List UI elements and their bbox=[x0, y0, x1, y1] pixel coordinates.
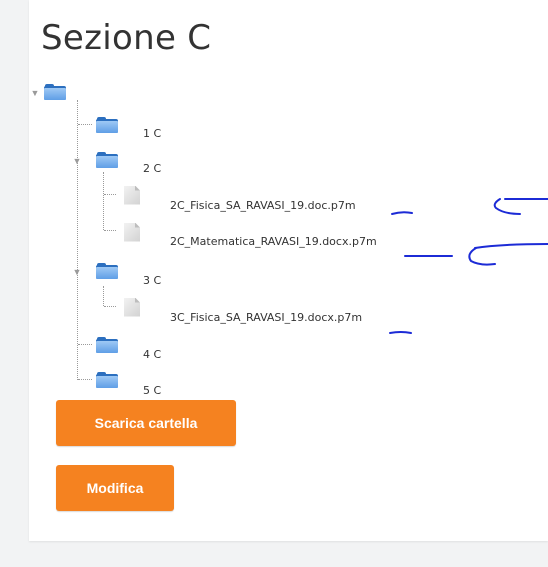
tree-connector bbox=[103, 286, 104, 306]
folder-icon bbox=[96, 152, 118, 168]
tree-connector bbox=[78, 124, 92, 125]
tree-connector bbox=[104, 194, 116, 195]
folder-icon bbox=[96, 263, 118, 279]
tree-folder-label[interactable]: 1 C bbox=[143, 127, 161, 140]
tree-connector bbox=[104, 230, 116, 231]
tree-connector bbox=[77, 100, 78, 380]
tree-connector bbox=[103, 172, 104, 230]
tree-folder-label[interactable]: 3 C bbox=[143, 274, 161, 287]
folder-icon bbox=[96, 372, 118, 388]
tree-connector bbox=[78, 379, 92, 380]
tree-file[interactable] bbox=[124, 221, 140, 243]
file-icon bbox=[124, 185, 140, 205]
folder-tree: ▼ 1 C ▼ 2 C 2C_Fisica_SA_RAVASI_19.doc.p… bbox=[0, 0, 548, 400]
file-label[interactable]: 3C_Fisica_SA_RAVASI_19.docx.p7m bbox=[170, 311, 362, 324]
tree-folder-3c[interactable] bbox=[96, 260, 118, 282]
folder-icon bbox=[96, 337, 118, 353]
tree-root-node[interactable] bbox=[44, 81, 66, 103]
file-icon bbox=[124, 222, 140, 242]
tree-folder-4c[interactable] bbox=[96, 334, 118, 356]
tree-connector bbox=[78, 344, 92, 345]
collapse-toggle-icon[interactable]: ▼ bbox=[30, 88, 40, 98]
tree-folder-2c[interactable] bbox=[96, 149, 118, 171]
tree-connector bbox=[104, 306, 116, 307]
download-folder-button[interactable]: Scarica cartella bbox=[56, 400, 236, 446]
file-label[interactable]: 2C_Fisica_SA_RAVASI_19.doc.p7m bbox=[170, 199, 356, 212]
folder-icon bbox=[96, 117, 118, 133]
file-icon bbox=[124, 297, 140, 317]
folder-icon bbox=[44, 84, 66, 100]
tree-folder-label[interactable]: 5 C bbox=[143, 384, 161, 397]
tree-file[interactable] bbox=[124, 184, 140, 206]
tree-folder-1c[interactable] bbox=[96, 114, 118, 136]
file-label[interactable]: 2C_Matematica_RAVASI_19.docx.p7m bbox=[170, 235, 377, 248]
collapse-toggle-icon[interactable]: ▼ bbox=[72, 156, 82, 166]
collapse-toggle-icon[interactable]: ▼ bbox=[72, 267, 82, 277]
tree-folder-5c[interactable] bbox=[96, 369, 118, 391]
tree-folder-label[interactable]: 2 C bbox=[143, 162, 161, 175]
tree-file[interactable] bbox=[124, 296, 140, 318]
edit-button[interactable]: Modifica bbox=[56, 465, 174, 511]
tree-folder-label[interactable]: 4 C bbox=[143, 348, 161, 361]
